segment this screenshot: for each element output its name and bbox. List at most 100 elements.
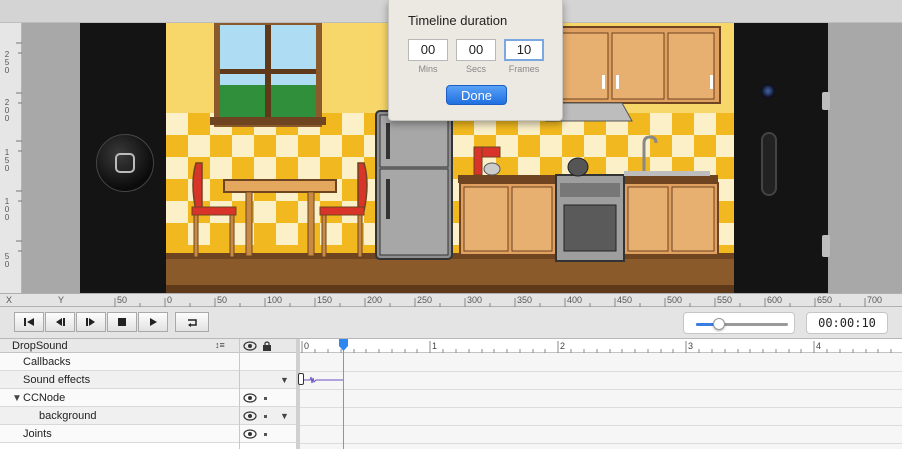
spritebuilder-window: 250 200 150 100 50 X Y 50 0 50 100 150 2… <box>0 0 902 449</box>
h-ruler-label: 550 <box>717 295 733 305</box>
frames-label: Frames <box>508 64 540 74</box>
track-separator <box>300 389 902 390</box>
sequence-name[interactable]: DropSound <box>12 340 68 352</box>
property-dropdown-icon[interactable]: ▼ <box>280 375 289 385</box>
h-ruler-label: 450 <box>617 295 633 305</box>
done-button[interactable]: Done <box>446 85 507 105</box>
row-label: Joints <box>23 428 52 440</box>
lock-toggle-icon[interactable] <box>264 415 267 418</box>
sequence-menu-icon[interactable]: ↕≡ <box>215 340 225 350</box>
play-icon <box>150 318 157 326</box>
timecode-display[interactable]: 00:00:10 <box>806 312 888 334</box>
stop-icon <box>118 318 126 326</box>
h-ruler-label: 500 <box>667 295 683 305</box>
sound-keyframe[interactable] <box>298 373 304 385</box>
h-ruler-label: 300 <box>467 295 483 305</box>
v-ruler-label: 50 <box>4 252 10 269</box>
timeline-tick-label: 3 <box>688 341 694 351</box>
playback-toolbar: 00:00:10 <box>0 307 902 339</box>
h-ruler-label: 0 <box>167 295 173 305</box>
row-label: Callbacks <box>23 356 71 368</box>
device-side-button <box>822 92 830 110</box>
secs-label: Secs <box>465 64 486 74</box>
eye-icon[interactable] <box>243 411 257 421</box>
timeline-tick-label: 0 <box>304 341 310 351</box>
sound-waveform <box>304 376 344 384</box>
device-camera-icon <box>761 84 775 98</box>
vertical-ruler: 250 200 150 100 50 <box>0 23 22 293</box>
lock-toggle-icon[interactable] <box>264 397 267 400</box>
loop-button[interactable] <box>175 312 209 332</box>
row-label: CCNode <box>23 392 66 404</box>
stop-button[interactable] <box>107 312 137 332</box>
timeline-row-joints[interactable]: Joints <box>0 425 296 443</box>
loop-icon <box>188 319 197 327</box>
v-ruler-label: 200 <box>4 98 10 123</box>
lock-toggle-icon[interactable] <box>264 433 267 436</box>
timeline-tick-label: 4 <box>816 341 822 351</box>
zoom-slider[interactable] <box>683 312 795 334</box>
eye-icon[interactable] <box>243 429 257 439</box>
eye-icon[interactable] <box>243 393 257 403</box>
zoom-slider-track <box>696 318 788 330</box>
track-separator <box>300 425 902 426</box>
h-ruler-label: 350 <box>517 295 533 305</box>
property-dropdown-icon[interactable]: ▼ <box>280 411 289 421</box>
device-speaker-icon <box>761 132 777 196</box>
row-label: background <box>39 410 97 422</box>
zoom-slider-knob[interactable] <box>713 318 725 330</box>
mins-field[interactable]: 00 <box>408 39 448 61</box>
play-button[interactable] <box>138 312 168 332</box>
h-ruler-label: 50 <box>117 295 128 305</box>
secs-field[interactable]: 00 <box>456 39 496 61</box>
column-divider <box>239 339 240 449</box>
timeline-ruler-ticks <box>301 341 892 353</box>
device-home-button <box>96 134 154 192</box>
playhead-handle-icon[interactable] <box>339 339 348 351</box>
h-ruler-label: 400 <box>567 295 583 305</box>
track-separator <box>300 407 902 408</box>
h-ruler-label: 100 <box>267 295 283 305</box>
skip-start-icon <box>24 318 34 326</box>
timeline-row-callbacks[interactable]: Callbacks <box>0 353 296 371</box>
v-ruler-label: 250 <box>4 50 10 75</box>
lock-icon <box>263 341 271 351</box>
timeline-duration-popover: Timeline duration 00 00 10 Mins Secs Fra… <box>388 0 563 121</box>
popover-title: Timeline duration <box>408 13 508 28</box>
horizontal-ruler: X Y 50 0 50 100 150 200 250 300 350 400 … <box>0 293 902 308</box>
x-axis-label: X <box>6 295 13 305</box>
home-square-icon <box>115 153 135 173</box>
h-ruler-label: 700 <box>867 295 883 305</box>
timeline-tick-label: 1 <box>432 341 438 351</box>
timeline-tracks[interactable] <box>300 353 902 449</box>
h-ruler-label: 250 <box>417 295 433 305</box>
timeline-splitter[interactable] <box>296 339 300 449</box>
skip-to-start-button[interactable] <box>14 312 44 332</box>
track-separator <box>300 443 902 444</box>
step-forward-button[interactable] <box>76 312 106 332</box>
timeline-tick-label: 2 <box>560 341 566 351</box>
frames-field[interactable]: 10 <box>504 39 544 61</box>
h-ruler-label: 50 <box>217 295 228 305</box>
timeline-row-background[interactable]: background ▼ <box>0 407 296 425</box>
row-label: Sound effects <box>23 374 91 386</box>
step-forward-icon <box>86 318 95 326</box>
disclosure-triangle-icon[interactable]: ▼ <box>12 393 22 404</box>
h-ruler-label: 650 <box>817 295 833 305</box>
playhead-line <box>343 344 344 449</box>
timeline-ruler[interactable]: 0 1 2 3 4 <box>300 339 902 353</box>
step-back-button[interactable] <box>45 312 75 332</box>
track-separator <box>300 371 902 372</box>
h-ruler-label: 200 <box>367 295 383 305</box>
timeline-panel: DropSound ↕≡ 0 1 2 3 4 Callbacks Sound e… <box>0 339 902 449</box>
step-back-icon <box>56 318 65 326</box>
v-ruler-label: 100 <box>4 197 10 222</box>
mins-label: Mins <box>418 64 438 74</box>
device-side-button <box>822 235 830 257</box>
h-ruler-label: 600 <box>767 295 783 305</box>
eye-icon <box>243 341 257 351</box>
v-ruler-label: 150 <box>4 148 10 173</box>
timeline-row-sound-effects[interactable]: Sound effects ▼ <box>0 371 296 389</box>
y-axis-label: Y <box>58 295 65 305</box>
timeline-row-ccnode[interactable]: ▼ CCNode <box>0 389 296 407</box>
